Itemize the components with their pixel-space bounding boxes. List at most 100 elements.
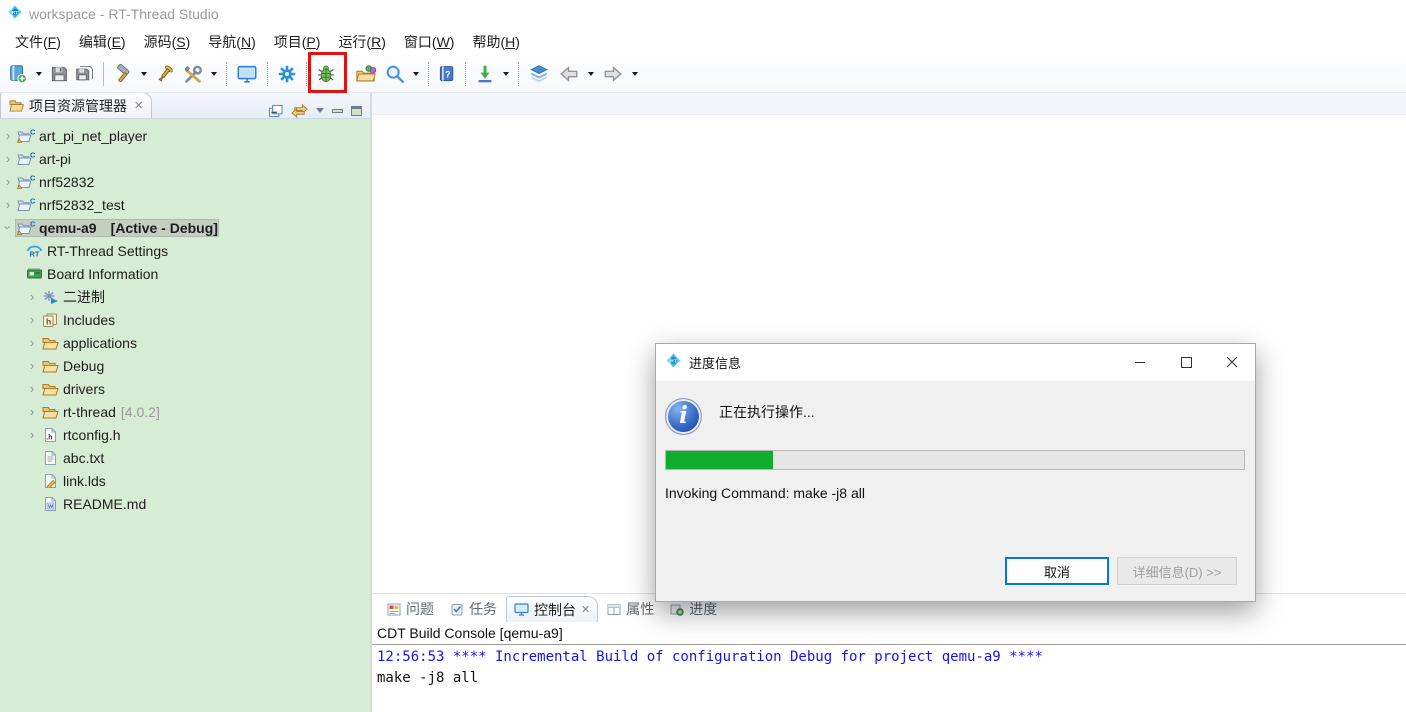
help-book-button[interactable]: ? xyxy=(435,60,459,88)
download-dropdown-arrow[interactable] xyxy=(503,72,509,76)
svg-text:RT: RT xyxy=(12,9,18,14)
minimize-button[interactable] xyxy=(1117,344,1163,381)
menu-window[interactable]: 窗口(W) xyxy=(395,29,464,55)
gear-icon xyxy=(276,63,298,85)
toolbar-separator xyxy=(345,62,346,86)
tree-item-folder[interactable]: › drivers xyxy=(0,377,370,400)
menu-file[interactable]: 文件(F) xyxy=(6,29,70,55)
chevron-right-icon[interactable]: › xyxy=(24,381,40,396)
tree-item-project-active[interactable]: › C qemu-a9 [Active - Debug] xyxy=(0,216,370,239)
explorer-folder-icon xyxy=(9,99,24,112)
minimize-view-icon[interactable] xyxy=(332,109,343,113)
console-line: make -j8 all xyxy=(377,668,1401,689)
tree-item-includes[interactable]: › h Includes xyxy=(0,308,370,331)
forward-dropdown-arrow[interactable] xyxy=(632,72,638,76)
tree-item-md-file[interactable]: w README.md xyxy=(0,492,370,515)
tree-item-header-file[interactable]: › .h rtconfig.h xyxy=(0,423,370,446)
maximize-button[interactable] xyxy=(1163,344,1209,381)
dialog-titlebar[interactable]: RT 进度信息 xyxy=(656,344,1255,381)
tab-properties[interactable]: 属性 xyxy=(600,596,661,622)
menu-edit[interactable]: 编辑(E) xyxy=(70,29,135,55)
svg-text:C: C xyxy=(30,220,36,229)
settings-button[interactable] xyxy=(274,60,300,88)
close-button[interactable] xyxy=(1209,344,1255,381)
toolbar-separator xyxy=(428,62,429,86)
tree-item-folder-versioned[interactable]: › rt-thread [4.0.2] xyxy=(0,400,370,423)
save-all-button[interactable] xyxy=(73,60,97,88)
tree-item-project[interactable]: › C art_pi_net_player xyxy=(0,124,370,147)
debug-button[interactable] xyxy=(313,60,339,88)
chevron-right-icon[interactable]: › xyxy=(0,174,16,189)
tab-console[interactable]: 控制台 ✕ xyxy=(506,596,598,622)
close-tab-icon[interactable]: ✕ xyxy=(581,603,590,616)
chevron-down-icon[interactable]: › xyxy=(1,220,16,236)
build-dropdown-arrow[interactable] xyxy=(141,72,147,76)
close-tab-icon[interactable]: ✕ xyxy=(134,99,143,112)
tab-project-explorer[interactable]: 项目资源管理器 ✕ xyxy=(0,92,152,118)
project-explorer-panel: 项目资源管理器 ✕ › C art_pi_net_player xyxy=(0,93,370,712)
download-button[interactable] xyxy=(472,60,498,88)
tab-label: 项目资源管理器 xyxy=(29,96,127,116)
terminal-button[interactable] xyxy=(233,60,261,88)
maximize-view-icon[interactable] xyxy=(351,106,362,116)
chevron-right-icon[interactable]: › xyxy=(24,335,40,350)
tools-dropdown-arrow[interactable] xyxy=(211,72,217,76)
forward-button[interactable] xyxy=(599,60,627,88)
tools-button[interactable] xyxy=(180,60,206,88)
new-wizard-button[interactable] xyxy=(5,60,31,88)
collapse-all-icon[interactable] xyxy=(268,104,283,118)
save-button[interactable] xyxy=(47,60,71,88)
chevron-right-icon[interactable]: › xyxy=(24,427,40,442)
tree-item-project[interactable]: › C nrf52832_test xyxy=(0,193,370,216)
chevron-right-icon[interactable]: › xyxy=(0,128,16,143)
svg-text:C: C xyxy=(30,174,36,183)
link-with-editor-icon[interactable] xyxy=(291,103,308,118)
chevron-right-icon[interactable]: › xyxy=(24,358,40,373)
project-warning-icon: C xyxy=(16,220,36,235)
details-button[interactable]: 详细信息(D) >> xyxy=(1117,557,1237,585)
tree-item-text-file[interactable]: abc.txt xyxy=(0,446,370,469)
tree-item-folder[interactable]: › Debug xyxy=(0,354,370,377)
chevron-right-icon[interactable]: › xyxy=(0,197,16,212)
console-output[interactable]: 12:56:53 **** Incremental Build of confi… xyxy=(372,645,1406,712)
folder-icon xyxy=(40,336,60,350)
tab-label: 控制台 xyxy=(534,600,576,620)
menu-project[interactable]: 项目(P) xyxy=(265,29,330,55)
new-dropdown-arrow[interactable] xyxy=(36,72,42,76)
menu-help[interactable]: 帮助(H) xyxy=(463,29,528,55)
tree-item-project[interactable]: › C art-pi xyxy=(0,147,370,170)
tree-item-label: rtconfig.h xyxy=(63,427,121,443)
back-button[interactable] xyxy=(555,60,583,88)
svg-text:.h: .h xyxy=(46,434,52,441)
menu-run[interactable]: 运行(R) xyxy=(329,29,394,55)
chevron-right-icon[interactable]: › xyxy=(24,289,40,304)
chevron-right-icon[interactable]: › xyxy=(24,404,40,419)
open-resource-button[interactable] xyxy=(352,60,380,88)
tab-tasks[interactable]: 任务 xyxy=(443,596,504,622)
search-button[interactable] xyxy=(382,60,408,88)
console-panel: 问题 任务 控制台 ✕ 属性 进度 xyxy=(372,593,1406,712)
tree-item-binaries[interactable]: › 二进制 xyxy=(0,285,370,308)
build-nail-button[interactable] xyxy=(152,60,178,88)
chevron-right-icon[interactable]: › xyxy=(0,151,16,166)
md-file-icon: w xyxy=(40,497,60,511)
view-menu-icon[interactable] xyxy=(316,108,324,113)
download-icon xyxy=(474,63,496,85)
menu-source[interactable]: 源码(S) xyxy=(135,29,200,55)
search-dropdown-arrow[interactable] xyxy=(413,72,419,76)
tree-item-rt-settings[interactable]: RT RT-Thread Settings xyxy=(0,239,370,262)
cancel-button[interactable]: 取消 xyxy=(1005,557,1109,585)
menu-navigate[interactable]: 导航(N) xyxy=(199,29,264,55)
dialog-message: 正在执行操作... xyxy=(719,402,815,422)
tab-problems[interactable]: 问题 xyxy=(380,596,441,622)
tab-label: 进度 xyxy=(689,599,717,619)
tree-item-lds-file[interactable]: link.lds xyxy=(0,469,370,492)
build-button[interactable] xyxy=(110,60,136,88)
layers-button[interactable] xyxy=(525,60,553,88)
tree-item-project[interactable]: › C nrf52832 xyxy=(0,170,370,193)
back-dropdown-arrow[interactable] xyxy=(588,72,594,76)
tree-item-label: qemu-a9 xyxy=(39,220,97,236)
tree-item-board-info[interactable]: Board Information xyxy=(0,262,370,285)
tree-item-folder[interactable]: › applications xyxy=(0,331,370,354)
chevron-right-icon[interactable]: › xyxy=(24,312,40,327)
